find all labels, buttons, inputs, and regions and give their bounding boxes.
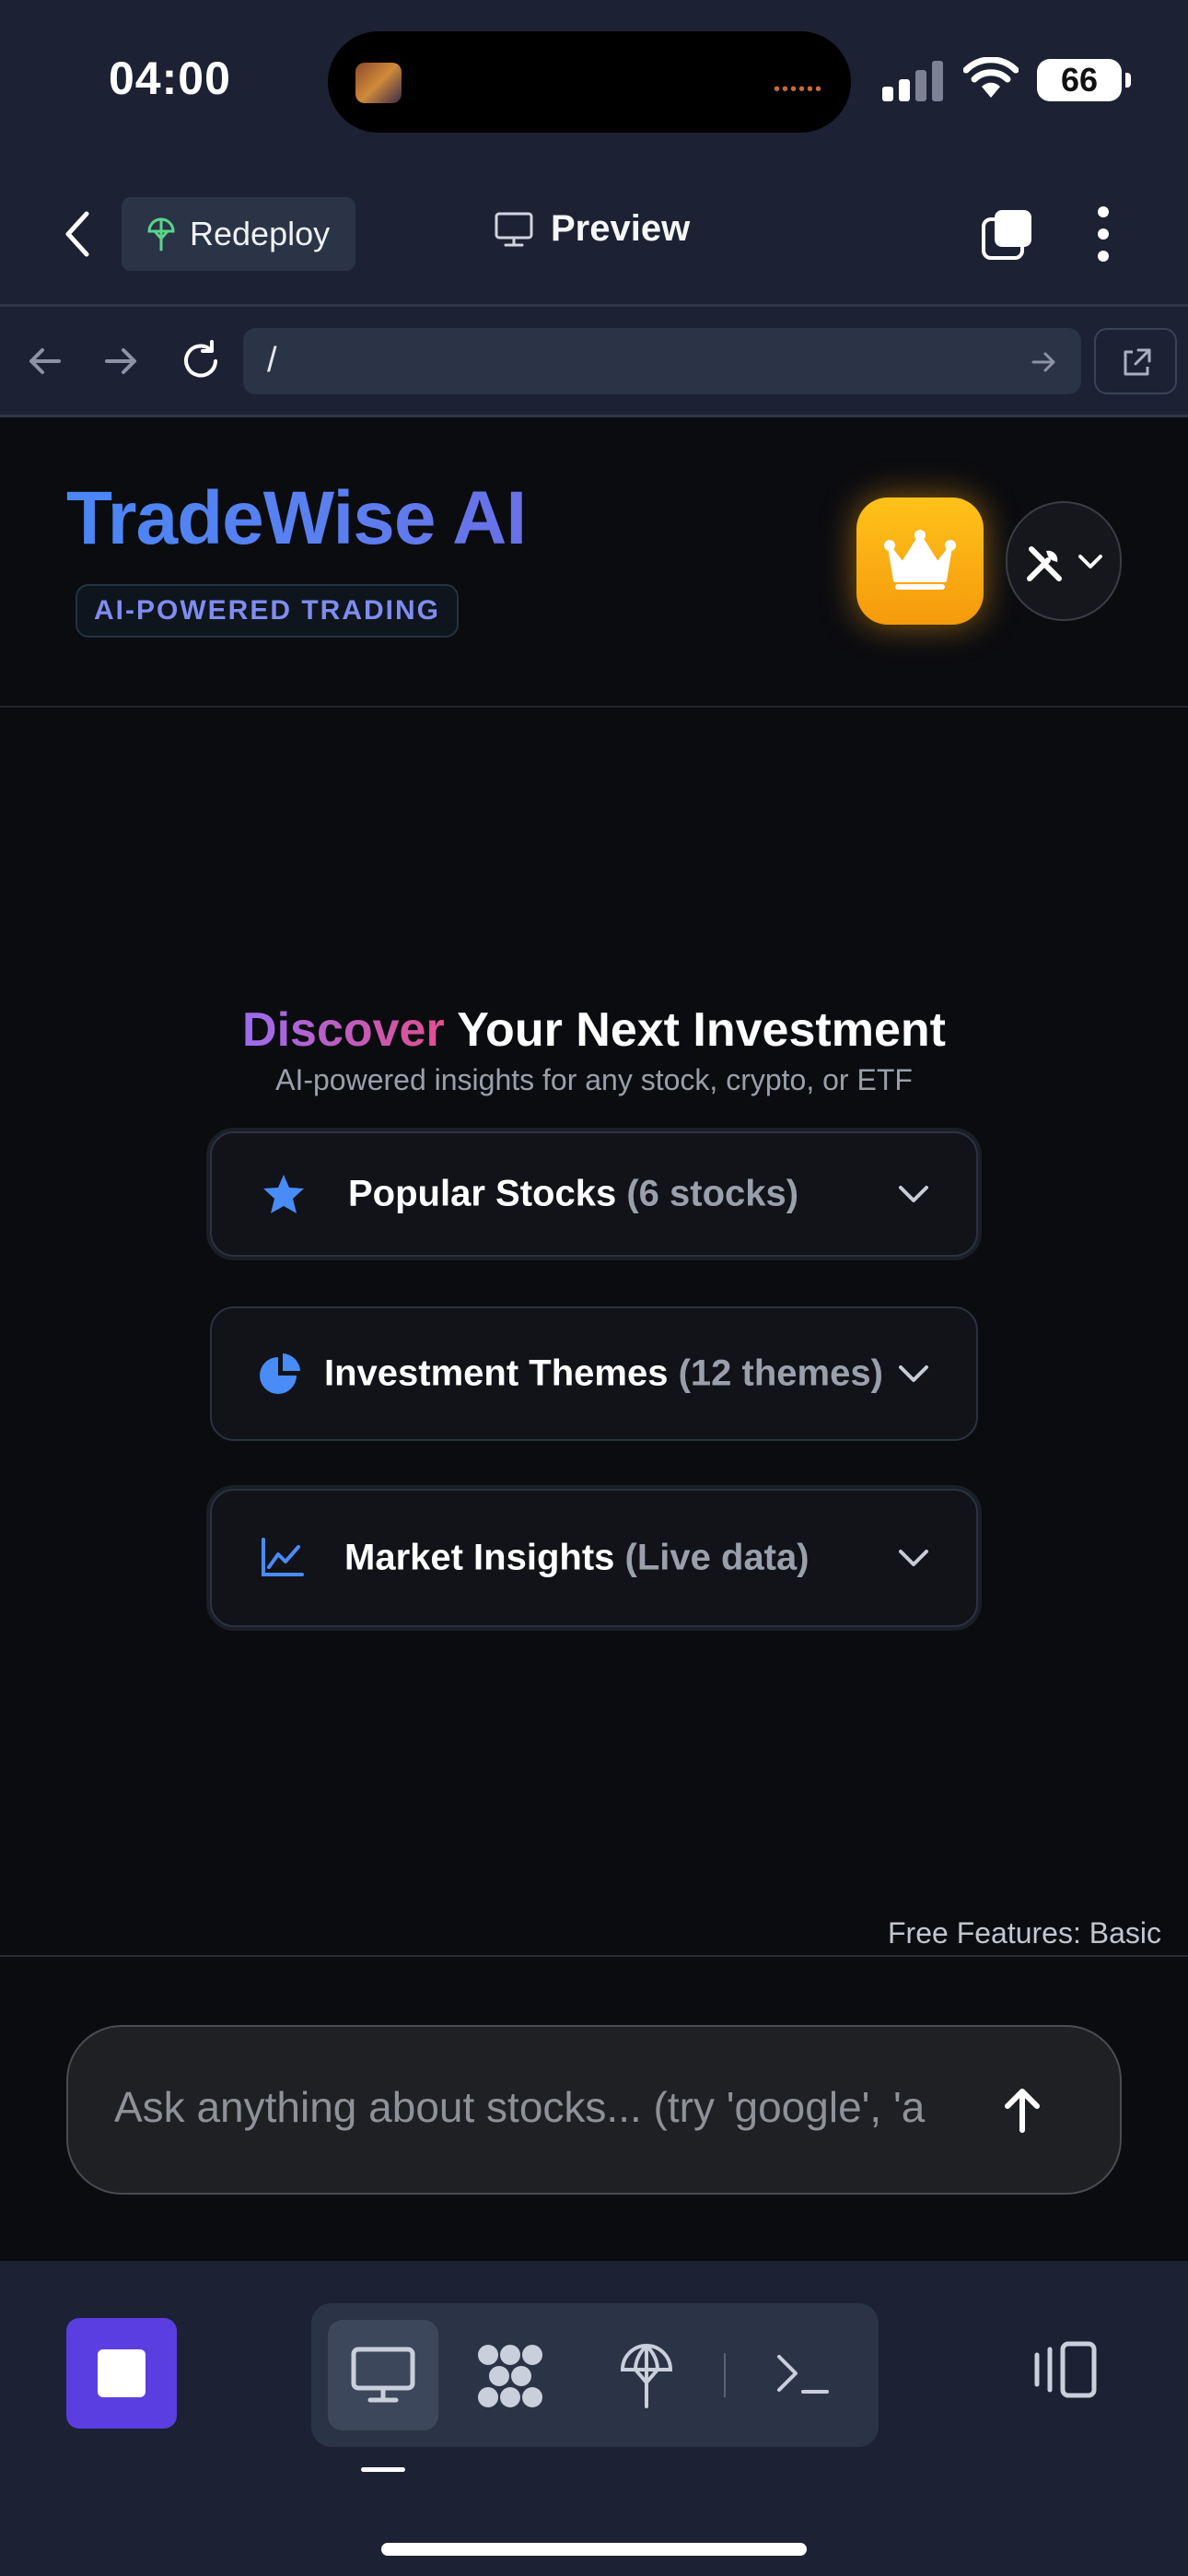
more-options-icon[interactable] — [1090, 206, 1116, 262]
dynamic-island: •••••• — [328, 31, 851, 133]
now-playing-thumbnail — [355, 63, 402, 103]
dock-separator — [724, 2353, 726, 2397]
redeploy-label: Redeploy — [190, 215, 331, 252]
popular-stocks-card[interactable]: Popular Stocks (6 stocks) — [210, 1131, 978, 1257]
dock-tab-workflows-icon[interactable] — [475, 2342, 545, 2410]
dock-tab-deploy-icon[interactable] — [619, 2342, 674, 2410]
hero-title: Discover Your Next Investment — [0, 1002, 1188, 1058]
divider — [0, 415, 1188, 417]
redeploy-button[interactable]: Redeploy — [122, 197, 355, 271]
card-meta: (12 themes) — [678, 1352, 883, 1394]
card-meta: (Live data) — [624, 1537, 809, 1578]
hero-subtitle: AI-powered insights for any stock, crypt… — [275, 1063, 913, 1096]
wifi-icon — [963, 57, 1019, 98]
card-meta: (6 stocks) — [626, 1173, 799, 1214]
browser-back-icon[interactable] — [22, 339, 66, 383]
hero-title-rest: Your Next Investment — [444, 1003, 946, 1057]
preview-title[interactable]: Preview — [494, 208, 690, 250]
preview-label: Preview — [551, 208, 691, 249]
go-arrow-icon[interactable] — [1030, 348, 1057, 376]
card-label: Market Insights (Live data) — [344, 1537, 809, 1578]
crown-icon — [884, 530, 956, 590]
chevron-down-icon — [899, 1365, 928, 1382]
stop-icon — [98, 2349, 146, 2397]
tools-dropdown-button[interactable] — [1006, 501, 1122, 621]
market-insights-card[interactable]: Market Insights (Live data) — [210, 1489, 978, 1627]
stop-button[interactable] — [66, 2318, 177, 2429]
back-chevron-icon[interactable] — [59, 208, 96, 260]
open-in-new-tab-button[interactable] — [1094, 328, 1177, 394]
home-indicator — [381, 2543, 807, 2556]
chevron-down-icon — [899, 1550, 928, 1566]
free-features-note: Free Features: Basic — [888, 1916, 1161, 1950]
send-arrow-icon[interactable] — [1002, 2088, 1042, 2134]
premium-button[interactable] — [856, 498, 984, 625]
dock-tab-preview[interactable] — [328, 2320, 438, 2430]
brand-logo-text[interactable]: TradeWise AI — [66, 475, 527, 562]
chevron-down-icon — [899, 1186, 928, 1202]
reload-icon[interactable] — [179, 339, 223, 383]
tagline-badge: AI-POWERED TRADING — [76, 584, 459, 638]
url-text: / — [267, 341, 277, 380]
url-bar[interactable]: / — [243, 328, 1081, 394]
chevron-down-icon — [1078, 555, 1102, 568]
activity-dots-icon: •••••• — [773, 79, 823, 100]
star-icon — [263, 1175, 304, 1213]
monitor-icon — [495, 212, 533, 246]
chat-placeholder: Ask anything about stocks... (try 'googl… — [114, 2083, 926, 2131]
investment-themes-card[interactable]: Investment Themes (12 themes) — [210, 1306, 978, 1441]
dock-tab-shell-icon[interactable] — [775, 2351, 831, 2397]
top-chrome: 04:00 •••••• 66 Redeploy Preview / — [0, 0, 1188, 417]
hero-title-accent: Discover — [242, 1003, 445, 1057]
status-time: 04:00 — [109, 53, 231, 104]
line-chart-icon — [262, 1538, 304, 1576]
divider — [0, 304, 1188, 307]
tools-icon — [1027, 546, 1062, 581]
cellular-signal-icon — [882, 61, 947, 101]
browser-forward-icon[interactable] — [99, 339, 144, 383]
external-link-icon — [1124, 348, 1151, 376]
pie-chart-icon — [260, 1353, 300, 1394]
divider — [0, 1955, 1188, 1957]
active-tab-indicator — [361, 2467, 405, 2472]
deploy-icon — [147, 217, 175, 252]
battery-indicator: 66 — [1037, 59, 1131, 101]
bottom-dock — [0, 2261, 1188, 2576]
dock-tabs — [311, 2303, 879, 2447]
split-view-icon[interactable] — [1030, 2340, 1100, 2399]
header-divider — [0, 706, 1188, 708]
card-label: Investment Themes (12 themes) — [324, 1352, 883, 1394]
tabs-icon[interactable] — [980, 206, 1035, 262]
chat-input[interactable]: Ask anything about stocks... (try 'googl… — [66, 2025, 1122, 2195]
monitor-icon — [351, 2347, 415, 2403]
card-label: Popular Stocks (6 stocks) — [348, 1173, 799, 1214]
